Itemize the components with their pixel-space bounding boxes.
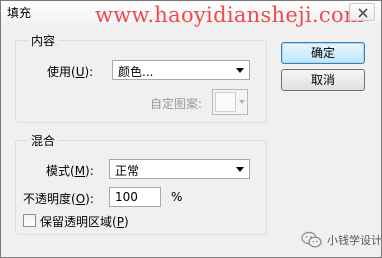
blending-legend: 混合 xyxy=(31,134,56,148)
wechat-badge-text: 小钱学设计 xyxy=(327,234,382,247)
close-icon xyxy=(358,8,368,18)
wechat-icon xyxy=(301,231,322,248)
pattern-swatch xyxy=(215,92,236,112)
watermark-url: www.haoyidiansheji.com xyxy=(95,3,365,27)
chevron-down-icon xyxy=(236,68,244,73)
use-label-suffix: ): xyxy=(84,65,94,79)
chevron-down-icon xyxy=(239,100,245,104)
preserve-transparency-label[interactable]: 保留透明区域(P) xyxy=(40,213,129,230)
use-label-text: 使用( xyxy=(47,65,76,79)
blend-mode-value: 正常 xyxy=(115,164,140,178)
contents-legend: 内容 xyxy=(31,34,56,48)
mode-label-suffix: ): xyxy=(85,164,94,178)
use-select[interactable]: 颜色... xyxy=(112,60,250,80)
use-label: 使用(U): xyxy=(47,63,93,80)
close-button[interactable] xyxy=(349,3,375,21)
opacity-label: 不透明度(O): xyxy=(23,190,94,207)
opacity-label-mnemonic: O xyxy=(75,192,86,206)
opacity-value: 100 xyxy=(115,190,138,204)
preserve-label-mnemonic: P xyxy=(116,215,124,229)
custom-pattern-label: 自定图案: xyxy=(150,97,203,111)
fill-dialog: 填充 www.haoyidiansheji.com 内容 使用(U): 颜色..… xyxy=(0,0,382,258)
title-bar[interactable]: 填充 www.haoyidiansheji.com xyxy=(1,1,381,27)
ok-button[interactable]: 确定 xyxy=(281,42,365,64)
custom-pattern-picker[interactable] xyxy=(212,89,248,115)
mode-label: 模式(M): xyxy=(46,162,94,179)
opacity-input[interactable]: 100 xyxy=(109,187,161,207)
dialog-title: 填充 xyxy=(7,6,32,20)
opacity-label-text: 不透明度( xyxy=(23,192,76,206)
cancel-button[interactable]: 取消 xyxy=(281,69,365,91)
use-select-value: 颜色... xyxy=(118,65,154,79)
opacity-unit: % xyxy=(171,190,183,204)
preserve-label-text: 保留透明区域( xyxy=(40,215,117,229)
mode-label-text: 模式( xyxy=(46,164,75,178)
opacity-label-suffix: ): xyxy=(85,192,94,206)
chevron-down-icon xyxy=(236,167,244,172)
preserve-label-suffix: ) xyxy=(123,215,129,229)
preserve-transparency-checkbox[interactable] xyxy=(23,214,36,227)
mode-label-mnemonic: M xyxy=(74,164,86,178)
blend-mode-select[interactable]: 正常 xyxy=(109,159,250,179)
